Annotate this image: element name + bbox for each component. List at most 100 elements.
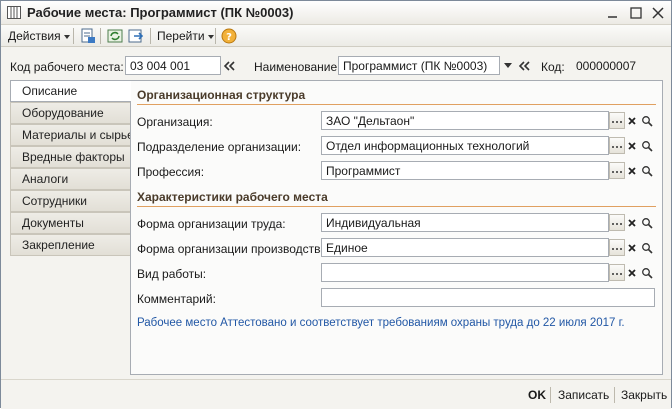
production-form-label: Форма организации производства: <box>137 242 331 256</box>
catalog-icon <box>7 6 21 19</box>
goto-menu-label: Перейти <box>157 29 205 43</box>
work-type-field[interactable] <box>321 263 609 282</box>
organization-clear-button[interactable] <box>624 112 640 129</box>
ellipsis-icon <box>612 170 622 173</box>
tab-materials[interactable]: Материалы и сырье <box>10 124 134 146</box>
search-icon <box>642 242 653 254</box>
actions-menu-label: Действия <box>8 29 61 43</box>
search-icon <box>642 267 653 279</box>
profession-clear-button[interactable] <box>624 162 640 179</box>
clear-icon <box>628 243 636 252</box>
clear-icon <box>628 218 636 227</box>
footer-separator <box>614 387 615 403</box>
help-icon[interactable]: ? <box>221 28 237 44</box>
minimize-icon[interactable] <box>605 5 621 21</box>
name-dropdown-button[interactable] <box>500 57 516 74</box>
title-bar: Рабочие места: Программист (ПК №0003) <box>1 1 671 25</box>
labor-form-label: Форма организации труда: <box>137 217 286 231</box>
search-icon <box>642 140 653 152</box>
actions-menu[interactable]: Действия <box>8 28 70 44</box>
post-document-icon[interactable] <box>80 28 96 44</box>
organization-label: Организация: <box>137 115 213 129</box>
production-form-clear-button[interactable] <box>624 239 640 256</box>
tab-analogs[interactable]: Аналоги <box>10 168 130 190</box>
work-type-search-button[interactable] <box>639 264 655 281</box>
char-section-title: Характеристики рабочего места <box>137 190 328 204</box>
labor-form-clear-button[interactable] <box>624 214 640 231</box>
clear-icon <box>628 116 636 125</box>
ellipsis-icon <box>612 272 622 275</box>
name-open-button[interactable] <box>516 57 532 74</box>
chevron-down-icon <box>63 34 70 39</box>
code-choose-button[interactable] <box>221 57 237 74</box>
goto-menu[interactable]: Перейти <box>157 28 214 44</box>
search-icon <box>642 165 653 177</box>
clear-icon <box>628 141 636 150</box>
labor-form-choose-button[interactable] <box>609 214 625 231</box>
clear-icon <box>628 166 636 175</box>
maximize-icon[interactable] <box>628 5 644 21</box>
labor-form-search-button[interactable] <box>639 214 655 231</box>
organization-choose-button[interactable] <box>609 112 625 129</box>
profession-field[interactable]: Программист <box>321 161 609 180</box>
production-form-field[interactable]: Единое <box>321 238 609 257</box>
tab-assignment[interactable]: Закрепление <box>10 234 130 256</box>
department-search-button[interactable] <box>639 137 655 154</box>
toolbar-separator <box>73 28 74 44</box>
tab-harmful-factors[interactable]: Вредные факторы <box>10 146 130 168</box>
id-field: 000000007 <box>571 56 661 75</box>
close-icon[interactable] <box>650 5 666 21</box>
search-icon <box>642 115 653 127</box>
code-field[interactable]: 03 004 001 <box>125 56 221 75</box>
ellipsis-icon <box>612 222 622 225</box>
tab-employees[interactable]: Сотрудники <box>10 190 130 212</box>
name-field[interactable]: Программист (ПК №0003) <box>338 56 500 75</box>
department-clear-button[interactable] <box>624 137 640 154</box>
org-section-title: Организационная структура <box>137 88 306 102</box>
footer-separator <box>550 387 551 403</box>
double-chevron-left-icon <box>518 60 530 71</box>
profession-search-button[interactable] <box>639 162 655 179</box>
attestation-note: Рабочее место Аттестовано и соответствуе… <box>137 317 625 329</box>
ellipsis-icon <box>612 120 622 123</box>
work-type-clear-button[interactable] <box>624 264 640 281</box>
chevron-down-icon <box>207 34 214 39</box>
id-label: Код: <box>541 60 565 74</box>
chevron-down-icon <box>504 63 512 68</box>
production-form-choose-button[interactable] <box>609 239 625 256</box>
name-label: Наименование: <box>254 60 341 74</box>
go-to-icon[interactable] <box>128 28 144 44</box>
double-chevron-left-icon <box>223 60 235 71</box>
profession-label: Профессия: <box>137 165 205 179</box>
save-button[interactable]: Записать <box>558 388 609 402</box>
work-type-choose-button[interactable] <box>609 264 625 281</box>
production-form-search-button[interactable] <box>639 239 655 256</box>
work-type-label: Вид работы: <box>137 267 207 281</box>
footer-bar: OK Записать Закрыть <box>1 379 671 409</box>
toolbar-separator <box>215 28 216 44</box>
ok-button[interactable]: OK <box>528 388 546 402</box>
toolbar-separator <box>150 28 151 44</box>
clear-icon <box>628 268 636 277</box>
department-label: Подразделение организации: <box>137 140 302 154</box>
toolbar-separator <box>100 28 101 44</box>
profession-choose-button[interactable] <box>609 162 625 179</box>
tab-documents[interactable]: Документы <box>10 212 130 234</box>
ellipsis-icon <box>612 247 622 250</box>
section-divider <box>137 206 656 207</box>
tab-equipment[interactable]: Оборудование <box>10 102 130 124</box>
svg-text:?: ? <box>226 32 232 43</box>
section-divider <box>137 104 656 105</box>
labor-form-field[interactable]: Индивидуальная <box>321 213 609 232</box>
department-field[interactable]: Отдел информационных технологий <box>321 136 609 155</box>
organization-field[interactable]: ЗАО "Дельтаон" <box>321 111 609 130</box>
code-label: Код рабочего места: <box>10 60 124 74</box>
search-icon <box>642 217 653 229</box>
comment-field[interactable] <box>321 288 655 307</box>
organization-search-button[interactable] <box>639 112 655 129</box>
department-choose-button[interactable] <box>609 137 625 154</box>
ellipsis-icon <box>612 145 622 148</box>
refresh-icon[interactable] <box>107 28 123 44</box>
close-button[interactable]: Закрыть <box>621 388 667 402</box>
tab-description[interactable]: Описание <box>10 80 131 102</box>
